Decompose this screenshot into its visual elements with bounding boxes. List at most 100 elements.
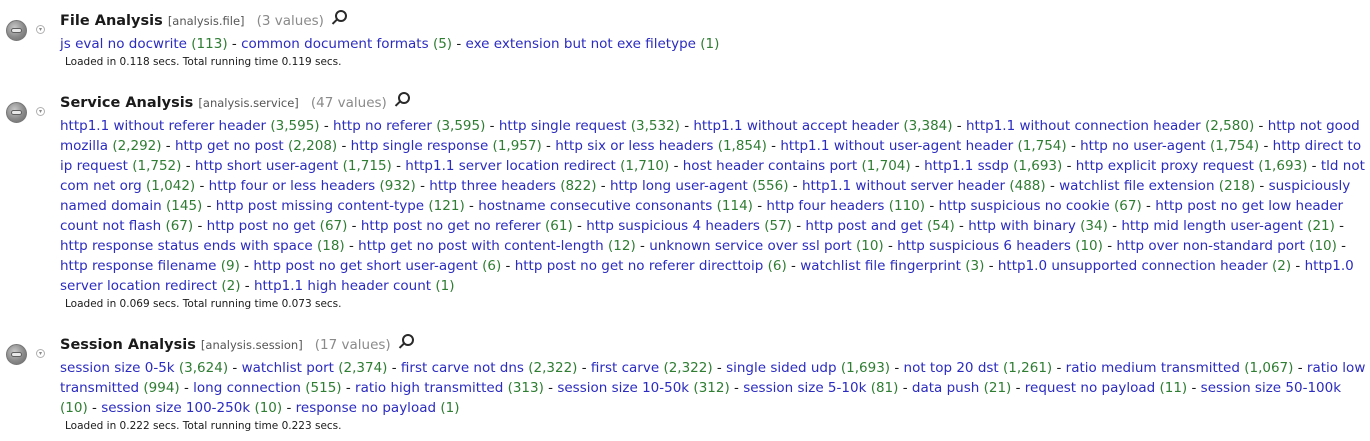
value-link[interactable]: http post no get no referer directtoip (515, 258, 764, 274)
value-link[interactable]: host header contains port (683, 158, 857, 174)
separator: - (1011, 380, 1025, 396)
value-link[interactable]: http four or less headers (209, 178, 376, 194)
value-item: http1.1 without referer header (3,595) (60, 118, 320, 134)
value-link[interactable]: http short user-agent (195, 158, 338, 174)
chevron-down-icon[interactable]: ▾ (36, 349, 45, 358)
value-link[interactable]: watchlist port (242, 360, 334, 376)
value-link[interactable]: http response status ends with space (60, 238, 313, 254)
value-link[interactable]: http post and get (805, 218, 922, 234)
value-item: single sided udp (1,693) (726, 360, 890, 376)
value-link[interactable]: data push (912, 380, 979, 396)
value-link[interactable]: http over non-standard port (1116, 238, 1305, 254)
separator: - (577, 360, 591, 376)
chevron-down-icon[interactable]: ▾ (36, 107, 45, 116)
value-link[interactable]: session size 100-250k (101, 400, 250, 416)
session-circle-icon[interactable] (6, 102, 27, 123)
value-link[interactable]: http no referer (333, 118, 432, 134)
value-count-num: (1,693) (1013, 158, 1063, 174)
value-link[interactable]: single sided udp (726, 360, 836, 376)
value-link[interactable]: http get no post with content-length (358, 238, 604, 254)
separator: - (898, 380, 912, 396)
value-item: first carve not dns (2,322) (401, 360, 578, 376)
value-link[interactable]: watchlist file fingerprint (800, 258, 961, 274)
value-count-num: (2,374) (338, 360, 388, 376)
value-item: host header contains port (1,704) (683, 158, 911, 174)
value-link[interactable]: session size 5-10k (743, 380, 866, 396)
value-link[interactable]: http suspicious 4 headers (586, 218, 760, 234)
value-count-num: (67) (1114, 198, 1142, 214)
session-circle-icon[interactable] (6, 20, 27, 41)
value-link[interactable]: http1.1 without server header (802, 178, 1005, 194)
separator: - (883, 238, 898, 254)
value-link[interactable]: response no payload (296, 400, 436, 416)
value-item: http response filename (9) (60, 258, 240, 274)
search-icon[interactable] (395, 92, 411, 108)
value-link[interactable]: http no user-agent (1080, 138, 1206, 154)
separator: - (984, 258, 998, 274)
search-icon[interactable] (399, 334, 415, 350)
separator: - (344, 238, 359, 254)
value-link[interactable]: http single response (351, 138, 489, 154)
value-link[interactable]: exe extension but not exe filetype (466, 36, 696, 52)
value-link[interactable]: http six or less headers (555, 138, 713, 154)
value-link[interactable]: http1.1 high header count (254, 278, 431, 294)
value-item: http long user-agent (556) (610, 178, 789, 194)
value-link[interactable]: http1.1 ssdp (924, 158, 1009, 174)
field-name: [analysis.session] (200, 338, 303, 352)
value-link[interactable]: http suspicious 6 headers (897, 238, 1071, 254)
value-link[interactable]: http four headers (766, 198, 884, 214)
value-link[interactable]: session size 10-50k (557, 380, 689, 396)
value-link[interactable]: ratio medium transmitted (1066, 360, 1240, 376)
value-link[interactable]: http post no get short user-agent (253, 258, 477, 274)
value-link[interactable]: http explicit proxy request (1076, 158, 1254, 174)
value-count-num: (67) (165, 218, 194, 234)
value-link[interactable]: http post no get (207, 218, 316, 234)
value-item: http1.1 server location redirect (1,710) (405, 158, 669, 174)
chevron-down-icon[interactable]: ▾ (36, 25, 45, 34)
separator: - (501, 258, 515, 274)
value-link[interactable]: js eval no docwrite (60, 36, 187, 52)
value-link[interactable]: long connection (193, 380, 301, 396)
value-count-num: (9) (220, 258, 240, 274)
value-item: unknown service over ssl port (10) (649, 238, 883, 254)
separator: - (1291, 258, 1305, 274)
value-link[interactable]: http1.1 without referer header (60, 118, 266, 134)
value-link[interactable]: http three headers (429, 178, 556, 194)
value-link[interactable]: http mid length user-agent (1121, 218, 1303, 234)
value-link[interactable]: http1.0 unsupported connection header (998, 258, 1268, 274)
value-link[interactable]: common document formats (241, 36, 429, 52)
value-link[interactable]: session size 0-5k (60, 360, 175, 376)
value-link[interactable]: http long user-agent (610, 178, 748, 194)
value-link[interactable]: first carve (591, 360, 659, 376)
value-link[interactable]: not top 20 dst (904, 360, 999, 376)
value-link[interactable]: http1.1 without accept header (693, 118, 899, 134)
value-link[interactable]: hostname consecutive consonants (478, 198, 712, 214)
value-link[interactable]: http1.1 without connection header (966, 118, 1201, 134)
value-item: http suspicious 6 headers (10) (897, 238, 1103, 254)
value-list: session size 0-5k (3,624) - watchlist po… (60, 358, 1366, 418)
value-link[interactable]: watchlist file extension (1059, 178, 1214, 194)
value-link[interactable]: http response filename (60, 258, 216, 274)
value-link[interactable]: http single request (499, 118, 627, 134)
value-link[interactable]: http with binary (968, 218, 1076, 234)
value-link[interactable]: first carve not dns (401, 360, 524, 376)
value-count-num: (110) (888, 198, 926, 214)
value-link[interactable]: session size 50-100k (1201, 380, 1341, 396)
value-link[interactable]: http suspicious no cookie (939, 198, 1110, 214)
session-circle-icon[interactable] (6, 344, 27, 365)
value-link[interactable]: ratio high transmitted (355, 380, 503, 396)
value-link[interactable]: http get no post (175, 138, 284, 154)
value-link[interactable]: request no payload (1025, 380, 1155, 396)
search-icon[interactable] (332, 10, 348, 26)
value-link[interactable]: http post no get no referer (361, 218, 541, 234)
value-link[interactable]: http1.1 server location redirect (405, 158, 616, 174)
section-title: Service Analysis (60, 95, 194, 111)
value-count-num: (54) (927, 218, 955, 234)
value-link[interactable]: http post missing content-type (216, 198, 424, 214)
value-count-num: (2) (221, 278, 241, 294)
value-link[interactable]: unknown service over ssl port (649, 238, 851, 254)
value-count-num: (12) (608, 238, 636, 254)
separator: - (596, 178, 610, 194)
value-link[interactable]: http1.1 without user-agent header (780, 138, 1013, 154)
value-count-num: (1,704) (861, 158, 911, 174)
